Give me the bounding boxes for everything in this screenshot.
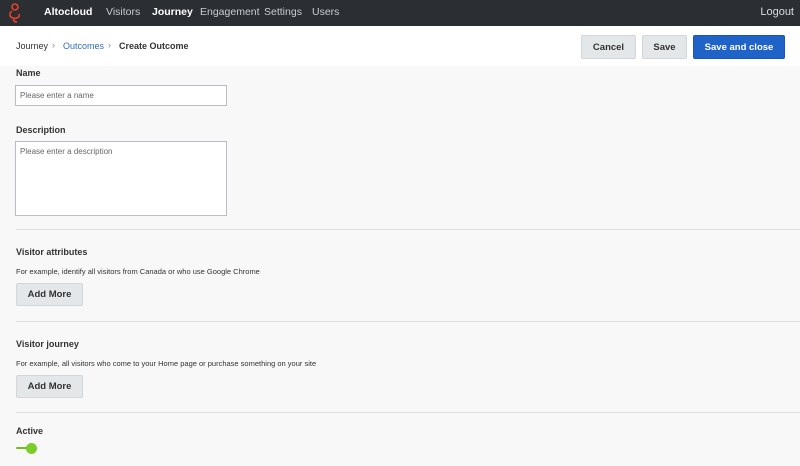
section-divider: [16, 229, 800, 230]
breadcrumb-separator-icon: ›: [108, 40, 111, 50]
nav-item-settings[interactable]: Settings: [264, 6, 302, 18]
save-button[interactable]: Save: [642, 35, 687, 59]
brand-name: Altocloud: [44, 6, 93, 18]
nav-item-visitors[interactable]: Visitors: [106, 6, 140, 18]
breadcrumb-outcomes[interactable]: Outcomes: [63, 41, 104, 51]
add-visitor-attribute-button[interactable]: Add More: [16, 283, 83, 306]
section-divider: [16, 321, 800, 322]
description-textarea[interactable]: [15, 141, 227, 216]
add-visitor-journey-button[interactable]: Add More: [16, 375, 83, 398]
logout-link[interactable]: Logout: [760, 6, 794, 18]
altocloud-logo-icon: [9, 3, 20, 23]
name-input[interactable]: [15, 85, 227, 106]
active-label: Active: [16, 426, 44, 436]
section-divider: [16, 412, 800, 413]
breadcrumb-separator-icon: ›: [52, 40, 55, 50]
visitor-journey-label: Visitor journey: [16, 339, 79, 349]
cancel-button[interactable]: Cancel: [581, 35, 636, 59]
visitor-journey-help: For example, all visitors who come to yo…: [16, 359, 317, 368]
breadcrumb-journey[interactable]: Journey: [16, 41, 48, 51]
description-label: Description: [16, 125, 66, 135]
nav-item-users[interactable]: Users: [312, 6, 339, 18]
active-toggle[interactable]: [16, 442, 38, 454]
visitor-attributes-help: For example, identify all visitors from …: [16, 267, 260, 276]
save-and-close-button[interactable]: Save and close: [693, 35, 785, 59]
toggle-knob: [26, 443, 37, 454]
nav-item-journey[interactable]: Journey: [152, 6, 193, 18]
visitor-attributes-label: Visitor attributes: [16, 247, 88, 257]
top-nav: Altocloud Visitors Journey Engagement Se…: [0, 0, 800, 26]
name-label: Name: [16, 68, 41, 78]
breadcrumb-current: Create Outcome: [119, 41, 189, 51]
nav-item-engagement[interactable]: Engagement: [200, 6, 260, 18]
